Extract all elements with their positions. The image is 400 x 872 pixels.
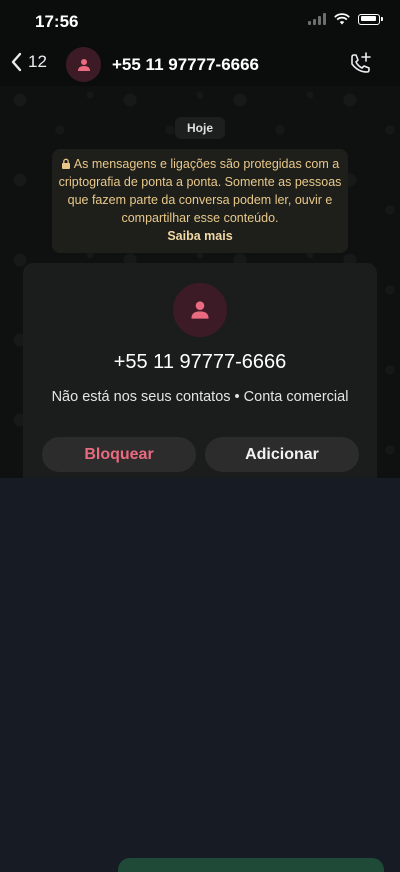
avatar[interactable]	[66, 47, 101, 82]
unread-count: 12	[28, 52, 47, 71]
contact-info: Não está nos seus contatos • Conta comer…	[51, 389, 349, 405]
back-button[interactable]: 12	[10, 52, 47, 72]
status-time: 17:56	[35, 12, 79, 31]
person-icon	[191, 301, 209, 319]
status-bar: 17:56	[0, 0, 400, 44]
learn-more-link[interactable]: Saiba mais	[58, 227, 342, 245]
signal-icon	[308, 13, 326, 25]
add-call-button[interactable]	[348, 51, 374, 82]
contact-avatar	[173, 283, 227, 337]
block-button[interactable]: Bloquear	[42, 437, 196, 472]
chat-header: 12 +55 11 97777-6666	[0, 44, 400, 86]
add-contact-button[interactable]: Adicionar	[205, 437, 359, 472]
bottom-action-peek[interactable]	[118, 858, 384, 872]
battery-icon	[358, 13, 383, 25]
encryption-notice[interactable]: As mensagens e ligações são protegidas c…	[52, 149, 348, 253]
contact-phone: +55 11 97777-6666	[113, 351, 287, 373]
date-divider: Hoje	[174, 117, 226, 139]
unknown-contact-card: +55 11 97777-6666 Não está nos seus cont…	[23, 263, 377, 478]
contact-name[interactable]: +55 11 97777-6666	[112, 55, 259, 75]
phone-plus-icon	[351, 52, 371, 73]
encryption-notice-text: As mensagens e ligações são protegidas c…	[58, 157, 342, 225]
wifi-icon	[334, 13, 350, 25]
person-icon	[77, 58, 90, 71]
chevron-left-icon	[11, 52, 22, 72]
lock-icon	[61, 158, 70, 169]
status-icons	[308, 13, 383, 25]
